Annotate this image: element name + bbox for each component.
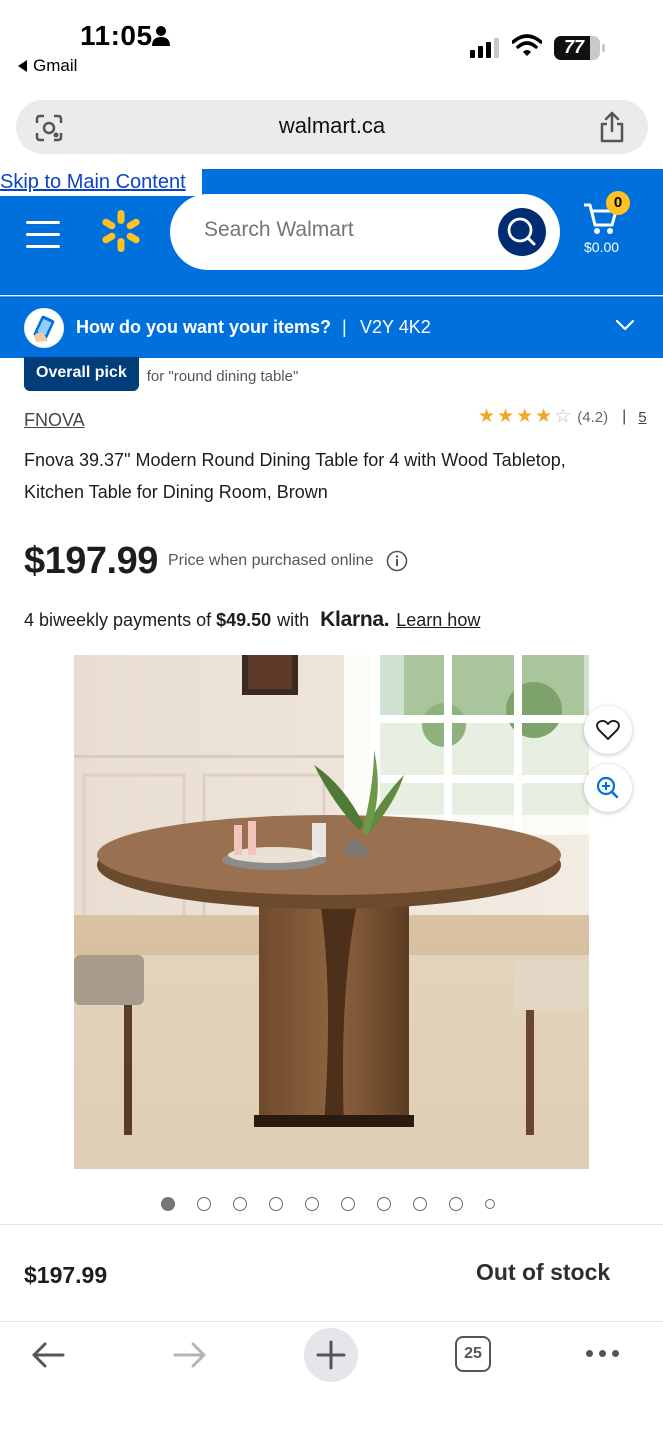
star-empty-icon: ☆ <box>554 406 572 427</box>
delivery-question: How do you want your items? <box>76 317 332 337</box>
chevron-down-icon <box>615 319 635 331</box>
carousel-dot[interactable] <box>305 1197 319 1211</box>
back-to-app[interactable]: Gmail <box>18 56 77 76</box>
menu-icon[interactable] <box>26 221 60 257</box>
delivery-separator: | <box>342 317 347 337</box>
cart-button[interactable]: 0 $0.00 <box>582 191 642 261</box>
overall-pick-badge: Overall pick <box>24 357 139 391</box>
info-icon[interactable] <box>386 550 408 572</box>
walmart-spark-logo-icon[interactable] <box>100 209 142 253</box>
postal-code: V2Y 4K2 <box>360 317 431 337</box>
carousel-dot[interactable] <box>485 1199 495 1209</box>
klarna-amount: $49.50 <box>216 610 272 630</box>
back-arrow-icon[interactable] <box>30 1340 66 1370</box>
rating-value: (4.2) <box>577 408 609 426</box>
image-carousel-dots[interactable] <box>161 1197 495 1211</box>
new-tab-button[interactable] <box>304 1328 358 1382</box>
badge-context: for "round dining table" <box>146 367 299 385</box>
carousel-dot[interactable] <box>341 1197 355 1211</box>
zoom-button[interactable] <box>584 764 632 812</box>
favorite-button[interactable] <box>584 706 632 754</box>
cart-total: $0.00 <box>584 239 620 255</box>
rating[interactable]: ★ ★ ★ ★ ☆ (4.2) | 5 <box>478 407 647 427</box>
back-app-label: Gmail <box>33 56 78 75</box>
search-box[interactable] <box>170 194 560 270</box>
carousel-dot[interactable] <box>233 1197 247 1211</box>
status-bar: 11:05 Gmail 77 <box>0 0 663 88</box>
price-note: Price when purchased online <box>168 552 374 569</box>
plus-icon <box>316 1340 346 1370</box>
forward-arrow-icon[interactable] <box>172 1340 208 1370</box>
heart-icon <box>596 719 620 740</box>
battery-level: 77 <box>563 37 585 57</box>
status-time: 11:05 <box>80 20 153 51</box>
star-full-icon: ★ <box>497 406 515 427</box>
person-icon <box>152 26 170 46</box>
url-text[interactable]: walmart.ca <box>16 113 648 139</box>
brand-link[interactable]: FNOVA <box>24 410 85 431</box>
product-image[interactable] <box>74 655 589 1169</box>
site-header: Skip to Main Content 0 $0.00 <box>0 169 663 295</box>
back-triangle-icon <box>18 60 27 72</box>
skip-to-main-content-link[interactable]: Skip to Main Content <box>0 169 202 196</box>
carousel-dot[interactable] <box>161 1197 175 1211</box>
carousel-dot[interactable] <box>377 1197 391 1211</box>
star-full-icon: ★ <box>516 406 534 427</box>
delivery-phone-icon <box>24 308 64 348</box>
delivery-selector[interactable]: How do you want your items? | V2Y 4K2 <box>0 296 663 358</box>
klarna-logo: Klarna. <box>320 608 390 631</box>
search-icon <box>507 217 536 246</box>
klarna-with: with <box>277 610 310 630</box>
share-icon[interactable] <box>598 111 626 143</box>
search-button[interactable] <box>498 208 546 256</box>
star-full-icon: ★ <box>535 406 553 427</box>
klarna-financing: 4 biweekly payments of $49.50 with Klarn… <box>24 608 480 632</box>
availability-status: Out of stock <box>476 1259 611 1285</box>
address-bar[interactable]: walmart.ca <box>16 100 648 154</box>
product-title: Fnova 39.37" Modern Round Dining Table f… <box>24 450 566 502</box>
rating-separator: | <box>622 408 627 425</box>
search-input[interactable] <box>204 218 484 242</box>
star-full-icon: ★ <box>478 406 496 427</box>
product-price: $197.99 <box>24 540 158 582</box>
overall-pick-badge-row: Overall pick for "round dining table" <box>24 357 298 391</box>
learn-how-link[interactable]: Learn how <box>396 610 480 631</box>
carousel-dot[interactable] <box>449 1197 463 1211</box>
wifi-icon <box>512 34 542 56</box>
carousel-dot[interactable] <box>197 1197 211 1211</box>
carousel-dot[interactable] <box>413 1197 427 1211</box>
more-menu-icon[interactable] <box>586 1350 619 1357</box>
signal-icon <box>470 38 499 58</box>
klarna-prefix: 4 biweekly payments of <box>24 610 212 630</box>
tabs-button[interactable]: 25 <box>455 1336 491 1372</box>
zoom-in-icon <box>596 776 619 799</box>
battery-icon: 77 <box>554 36 605 60</box>
cart-count-badge: 0 <box>606 191 630 215</box>
browser-toolbar: 25 <box>0 1322 663 1440</box>
carousel-dot[interactable] <box>269 1197 283 1211</box>
divider <box>0 1224 663 1225</box>
sticky-price: $197.99 <box>24 1262 108 1288</box>
review-count-link[interactable]: 5 <box>638 409 646 426</box>
